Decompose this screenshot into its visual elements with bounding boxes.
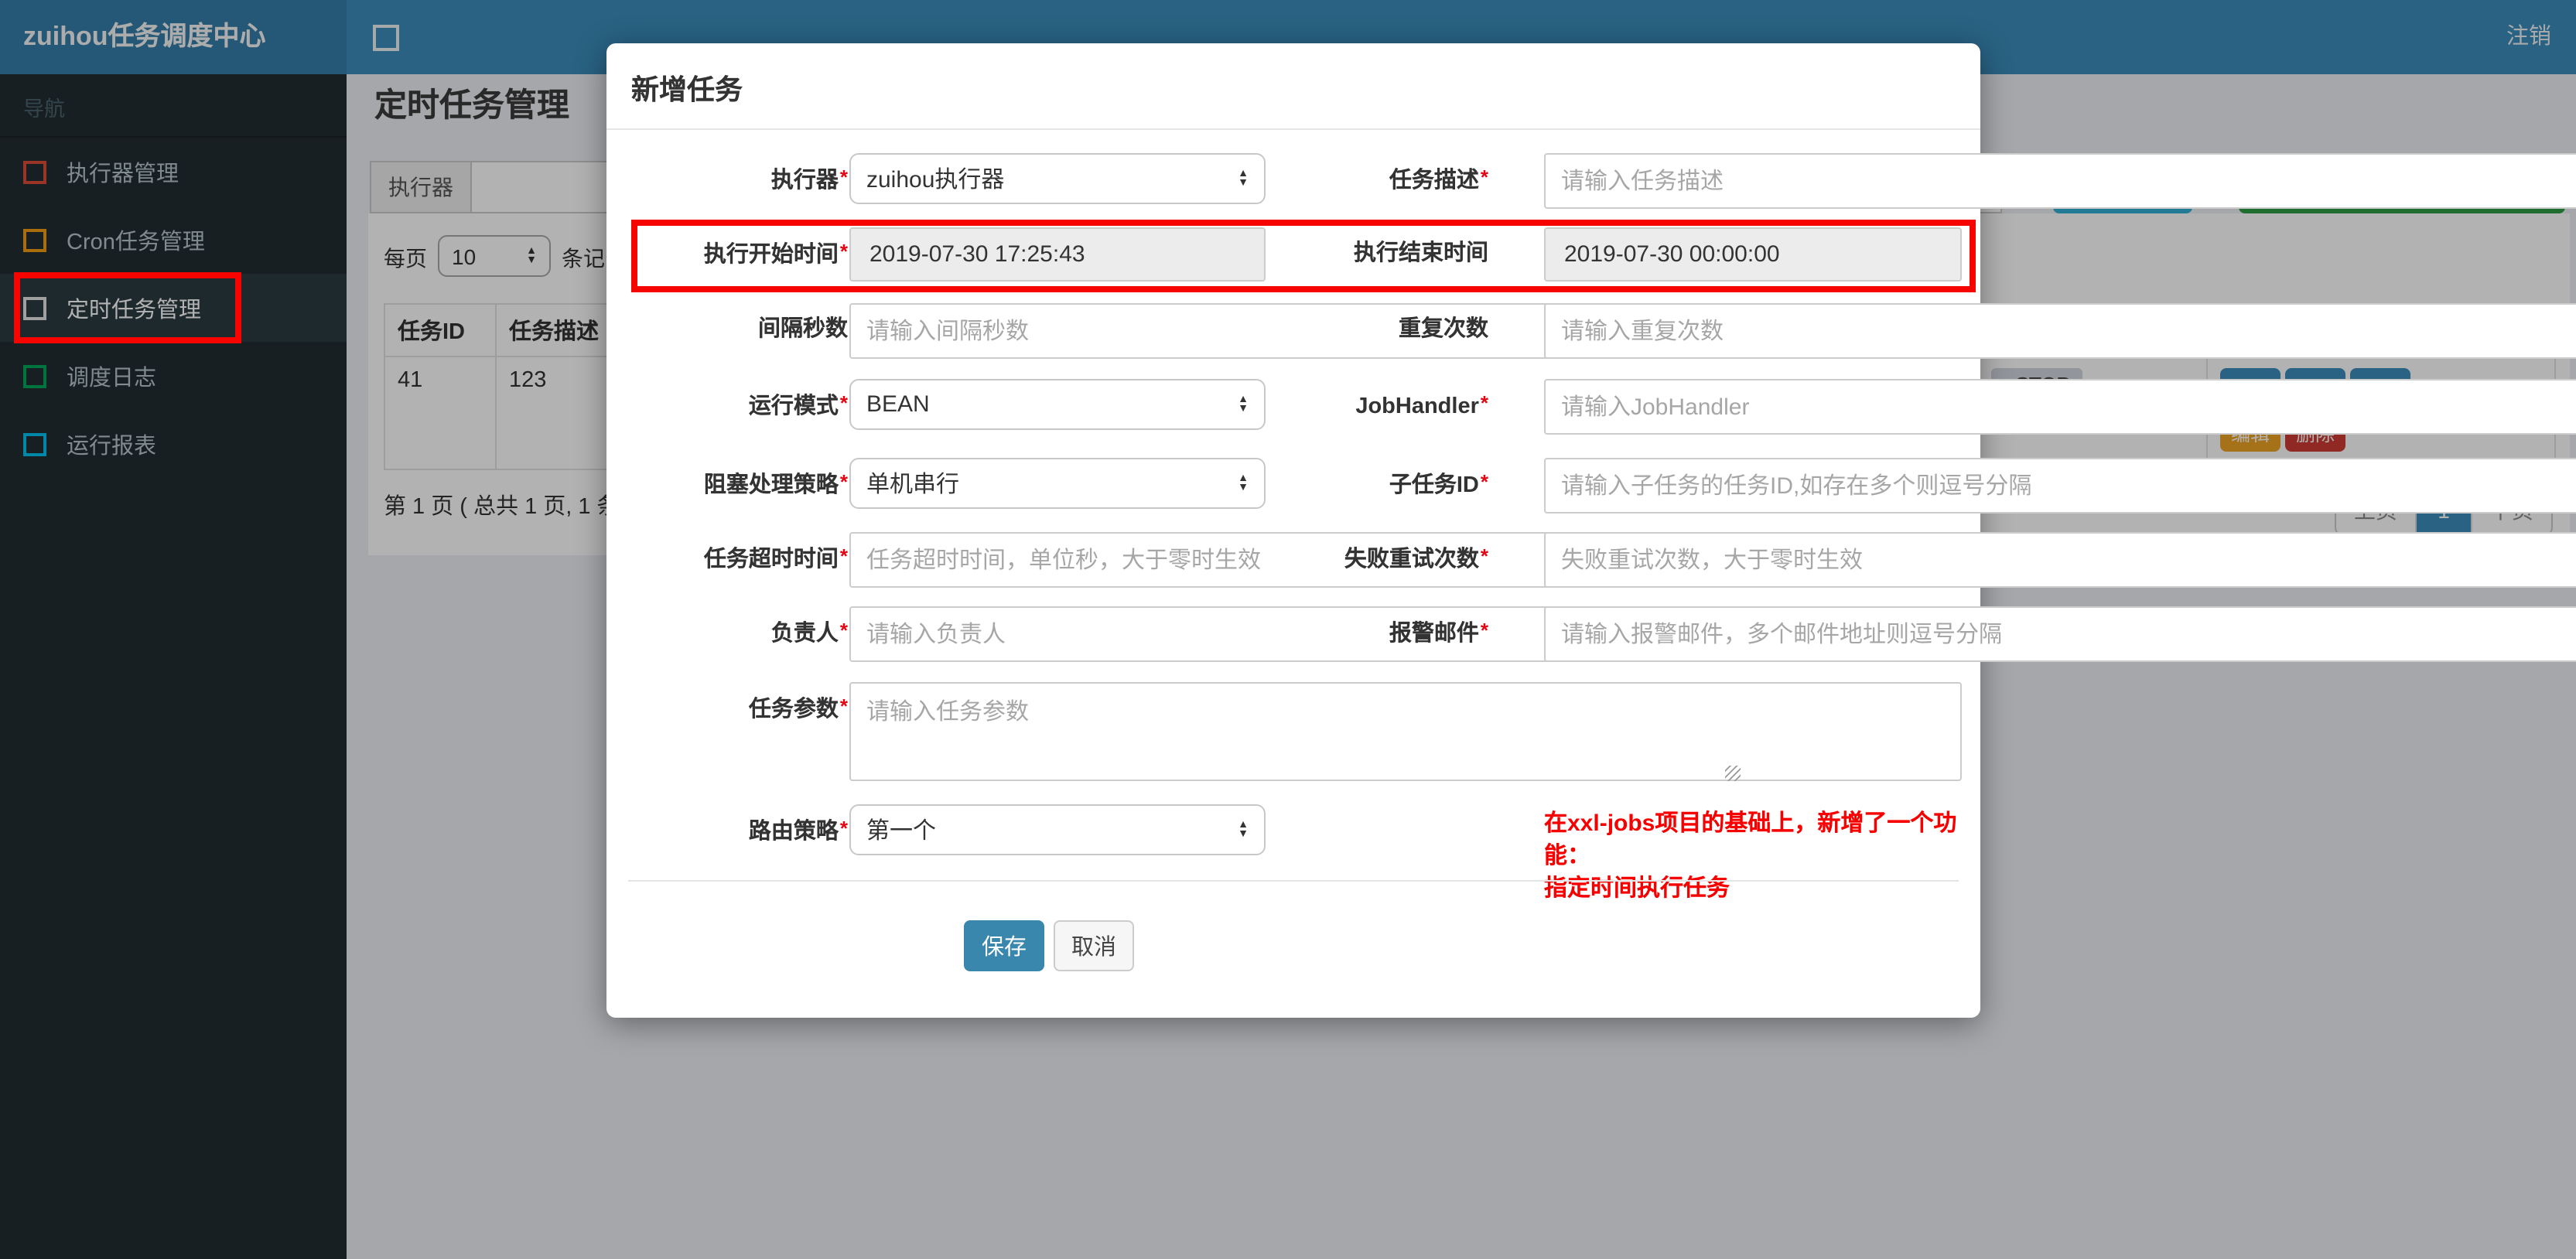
cancel-button[interactable]: 取消 [1054,920,1134,971]
owner-label: 负责人 * [770,619,848,647]
retry-input[interactable] [1544,532,2576,588]
alarm-email-label: 报警邮件 * [1389,619,1488,647]
run-mode-label: 运行模式 * [748,391,848,419]
block-strategy-label: 阻塞处理策略 * [703,470,848,498]
jobhandler-input[interactable] [1544,379,2576,435]
task-desc-input[interactable] [1544,153,2576,209]
select-arrows-icon: ▲ ▼ [1238,819,1249,839]
app: zuihou任务调度中心 注销 导航 执行器管理 Cron任务管理 定时任务管理… [0,0,2576,1259]
resize-handle-icon[interactable] [1725,766,1741,781]
save-button[interactable]: 保存 [964,920,1044,971]
repeat-input[interactable] [1544,303,2576,359]
jobhandler-label: JobHandler * [1355,391,1488,419]
modal-header-divider [606,128,1980,130]
feature-note: 在xxl-jobs项目的基础上，新增了一个功能： 指定时间执行任务 [1544,810,1957,902]
child-task-input[interactable] [1544,458,2576,513]
route-strategy-select[interactable]: 第一个 ▲ ▼ [849,804,1266,855]
annotation-box-time-row [631,220,1976,292]
interval-label: 间隔秒数 [758,317,848,342]
repeat-label: 重复次数 [1399,317,1488,342]
modal-footer-divider [628,880,1959,882]
add-task-modal: 新增任务 执行器* zuihou执行器 ▲▼ 任务描述* 执行开始时间* 201… [606,43,2576,1018]
task-params-label: 任务参数 * [748,694,848,722]
child-task-label: 子任务ID * [1389,470,1488,498]
task-desc-label: 任务描述 * [1389,165,1488,193]
route-strategy-label: 路由策略 * [748,817,848,844]
annotation-box-sidebar [14,272,241,343]
modal-title: 新增任务 [631,74,743,105]
task-params-textarea[interactable] [849,682,1962,781]
executor-label: 执行器 * [770,165,848,193]
timeout-label: 任务超时时间 * [703,544,848,572]
retry-label: 失败重试次数 * [1344,544,1488,572]
alarm-email-input[interactable] [1544,606,2576,662]
